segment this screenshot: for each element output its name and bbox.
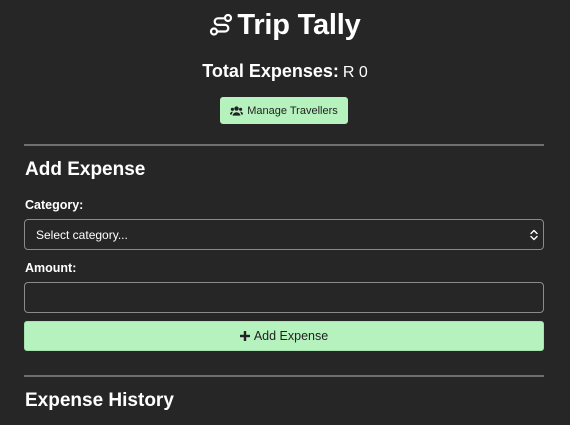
- plus-icon: [239, 331, 250, 341]
- app-header: Trip Tally: [0, 8, 570, 42]
- add-expense-button[interactable]: Add Expense: [24, 321, 544, 351]
- expense-history-title: Expense History: [25, 390, 174, 411]
- app-title: Trip Tally: [237, 8, 361, 41]
- category-select[interactable]: Select category...: [24, 219, 544, 250]
- divider: [24, 375, 544, 377]
- route-icon: [210, 13, 233, 36]
- users-icon: [230, 105, 244, 116]
- manage-travellers-label: Manage Travellers: [247, 104, 338, 117]
- total-expenses: Total Expenses: R 0: [0, 61, 570, 82]
- add-expense-title: Add Expense: [25, 159, 146, 180]
- manage-travellers-button[interactable]: Manage Travellers: [220, 97, 348, 124]
- category-label: Category:: [25, 198, 84, 212]
- chevron-updown-icon: [530, 229, 538, 240]
- category-select-value: Select category...: [36, 227, 128, 242]
- amount-input[interactable]: [24, 282, 544, 313]
- total-expenses-value: R 0: [342, 64, 368, 81]
- amount-label: Amount:: [25, 261, 77, 275]
- add-expense-button-label: Add Expense: [253, 329, 329, 343]
- total-expenses-label: Total Expenses:: [202, 61, 339, 81]
- divider: [24, 144, 544, 146]
